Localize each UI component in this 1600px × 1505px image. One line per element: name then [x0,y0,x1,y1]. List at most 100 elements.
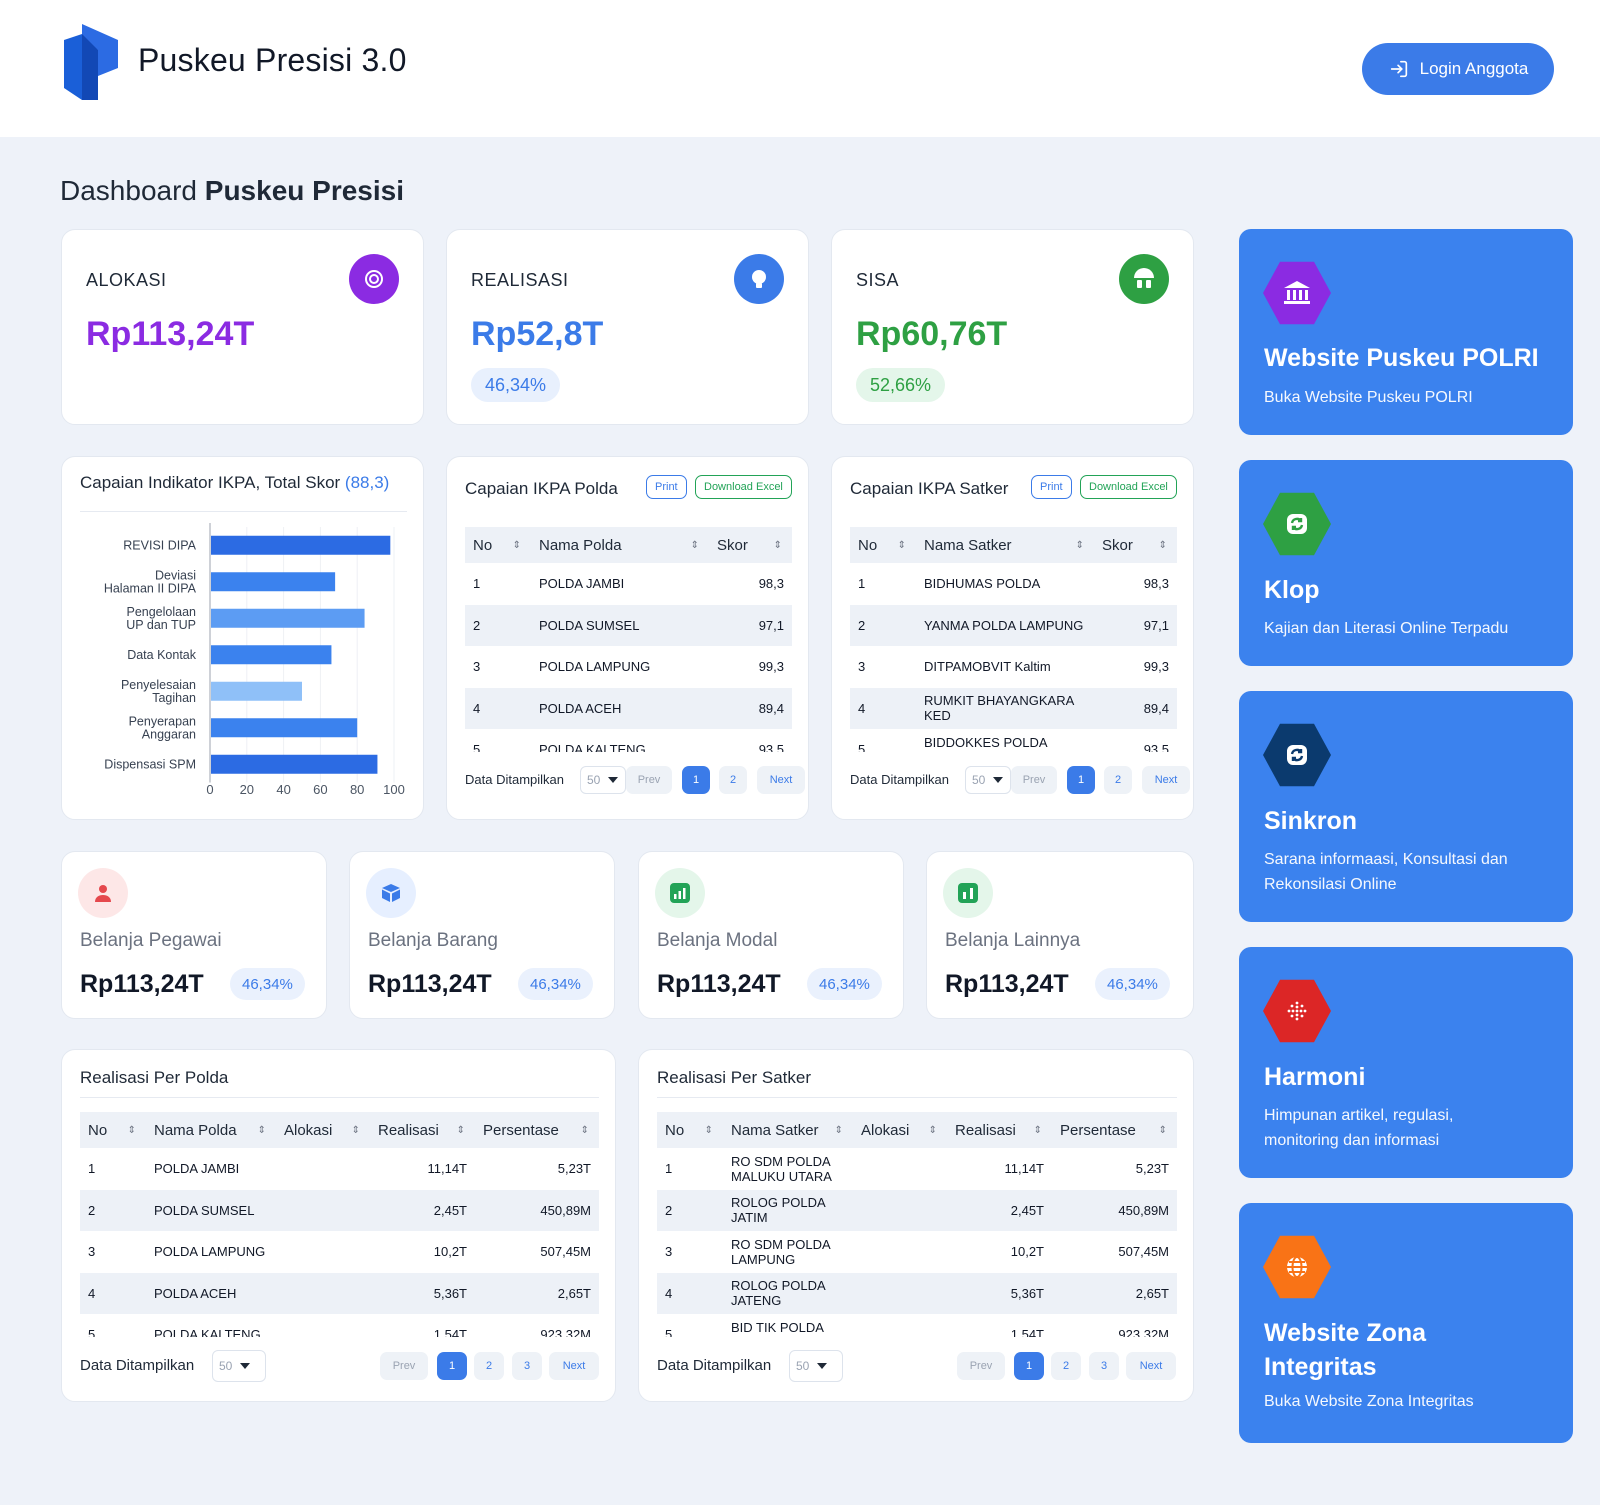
table-row[interactable]: 4 POLDA ACEH 5,36T 2,65T [80,1272,599,1314]
table-row[interactable]: 5 POLDA KALTENG 1,54T 923,32M [80,1314,599,1337]
col-realisasi[interactable]: Realisasi ⇕ [370,1112,475,1148]
table-row[interactable]: 5 BIDDOKKES POLDA LAMPUNG 93,5 [850,729,1177,752]
divider [657,1097,1177,1098]
prev-button[interactable]: Prev [1011,766,1057,794]
col-realisasi[interactable]: Realisasi ⇕ [947,1112,1052,1148]
page-button-3[interactable]: 3 [1089,1352,1119,1380]
table-cell: 2 [465,604,531,646]
link-title: Sinkron [1264,807,1358,835]
page-button-1[interactable]: 1 [682,766,710,794]
stat-label: SISA [856,270,900,290]
table-cell [853,1272,947,1314]
table-row[interactable]: 5 POLDA KALTENG 93,5 [465,729,792,752]
col-alokasi[interactable]: Alokasi ⇕ [276,1112,370,1148]
table-row[interactable]: 1 BIDHUMAS POLDA 98,3 [850,563,1177,605]
table-cell: BIDDOKKES POLDA LAMPUNG [924,734,1047,752]
print-button[interactable]: Print [1031,475,1072,499]
table-cell: 97,1 [1094,604,1177,646]
page-button-2[interactable]: 2 [1104,766,1132,794]
category-percent-badge: 46,34% [1095,968,1170,1000]
col-no[interactable]: No ⇕ [465,527,531,563]
next-button[interactable]: Next [549,1352,599,1380]
sort-icon: ⇕ [1033,1124,1042,1136]
col-persentase[interactable]: Persentase ⇕ [475,1112,599,1148]
col-nama[interactable]: Nama Satker ⇕ [723,1112,853,1148]
table-row[interactable]: 1 POLDA JAMBI 98,3 [465,563,792,605]
next-button[interactable]: Next [757,766,805,794]
table-cell [276,1148,370,1190]
x-tick-label: 60 [313,782,327,797]
col-persentase[interactable]: Persentase ⇕ [1052,1112,1177,1148]
col-skor[interactable]: Skor ⇕ [709,527,792,563]
link-subtitle: Buka Website Puskeu POLRI [1264,389,1473,406]
table-row[interactable]: 2 POLDA SUMSEL 2,45T 450,89M [80,1189,599,1231]
table-row[interactable]: 4 ROLOG POLDA JATENG 5,36T 2,65T [657,1272,1177,1314]
page-size-select[interactable]: 50 [212,1350,266,1382]
col-no[interactable]: No ⇕ [657,1112,723,1148]
col-alokasi[interactable]: Alokasi ⇕ [853,1112,947,1148]
table-row[interactable]: 3 RO SDM POLDA LAMPUNG 10,2T 507,45M [657,1231,1177,1273]
page-button-2[interactable]: 2 [474,1352,504,1380]
page-size-select[interactable]: 50 [965,766,1011,794]
next-button[interactable]: Next [1126,1352,1176,1380]
link-card-sinkron[interactable]: Sinkron Sarana informaasi, Konsultasi da… [1239,691,1573,922]
ikpa-polda-table: No ⇕ Nama Polda ⇕ Skor ⇕ 1 POLDA JAMBI 98,3 2 P… [465,527,792,752]
table-row[interactable]: 2 YANMA POLDA LAMPUNG 97,1 [850,604,1177,646]
bar [211,718,358,738]
table-cell: 450,89M [475,1189,599,1231]
col-no[interactable]: No ⇕ [850,527,916,563]
chevron-down-icon [608,777,619,783]
table-cell: 97,1 [709,604,792,646]
print-button[interactable]: Print [646,475,687,499]
col-nama[interactable]: Nama Polda ⇕ [146,1112,276,1148]
table-row[interactable]: 3 DITPAMOBVIT Kaltim 99,3 [850,646,1177,688]
stat-percent-badge: 46,34% [471,368,561,402]
table-row[interactable]: 3 POLDA LAMPUNG 10,2T 507,45M [80,1231,599,1273]
login-button[interactable]: Login Anggota [1362,43,1554,95]
page-size-select[interactable]: 50 [580,766,626,794]
table-cell: 1 [473,576,481,592]
download-excel-button[interactable]: Download Excel [1080,475,1177,499]
table-cell: 923,32M [1118,1327,1169,1337]
table-row[interactable]: 1 POLDA JAMBI 11,14T 5,23T [80,1148,599,1190]
col-nama[interactable]: Nama Satker ⇕ [916,527,1094,563]
page-size-select[interactable]: 50 [789,1350,843,1382]
link-card-harmoni[interactable]: Harmoni Himpunan artikel, regulasi, moni… [1239,947,1573,1178]
table-cell: 11,14T [427,1161,467,1177]
col-nama[interactable]: Nama Polda ⇕ [531,527,709,563]
link-card-website-puskeu[interactable]: Website Puskeu POLRI Buka Website Puskeu… [1239,229,1573,435]
link-card-klop[interactable]: Klop Kajian dan Literasi Online Terpadu [1239,460,1573,666]
prev-button[interactable]: Prev [957,1352,1005,1380]
page-button-1[interactable]: 1 [1067,766,1095,794]
stat-card-realisasi: REALISASI Rp52,8T 46,34% [446,229,809,425]
table-cell: ROLOG POLDA JATENG [723,1272,853,1314]
table-row[interactable]: 4 POLDA ACEH 89,4 [465,687,792,729]
col-no[interactable]: No ⇕ [80,1112,146,1148]
sort-icon: ⇕ [1158,1124,1167,1136]
table-row[interactable]: 1 RO SDM POLDA MALUKU UTARA 11,14T 5,23T [657,1148,1177,1190]
table-cell [853,1189,947,1231]
table-row[interactable]: 2 ROLOG POLDA JATIM 2,45T 450,89M [657,1189,1177,1231]
chart-up-icon [655,868,705,918]
chevron-down-icon [993,777,1004,783]
page-button-3[interactable]: 3 [512,1352,542,1380]
link-card-zona-integritas[interactable]: Website Zona Integritas Buka Website Zon… [1239,1203,1573,1443]
table-cell: BID TIK POLDA KALTIM [731,1319,824,1337]
sort-icon: ⇕ [456,1124,465,1136]
page-button-2[interactable]: 2 [1051,1352,1081,1380]
download-excel-button[interactable]: Download Excel [695,475,792,499]
page-button-1[interactable]: 1 [437,1352,467,1380]
prev-button[interactable]: Prev [626,766,672,794]
page-button-2[interactable]: 2 [719,766,747,794]
page-button-1[interactable]: 1 [1014,1352,1044,1380]
table-row[interactable]: 4 RUMKIT BHAYANGKARA KED 89,4 [850,687,1177,729]
table-row[interactable]: 2 POLDA SUMSEL 97,1 [465,604,792,646]
table-row[interactable]: 5 BID TIK POLDA KALTIM 1,54T 923,32M [657,1314,1177,1337]
next-button[interactable]: Next [1142,766,1190,794]
dots-icon [1263,979,1331,1043]
prev-button[interactable]: Prev [380,1352,428,1380]
table-cell [276,1231,370,1273]
table-row[interactable]: 3 POLDA LAMPUNG 99,3 [465,646,792,688]
col-skor[interactable]: Skor ⇕ [1094,527,1177,563]
table-cell: 10,2T [433,1244,467,1260]
